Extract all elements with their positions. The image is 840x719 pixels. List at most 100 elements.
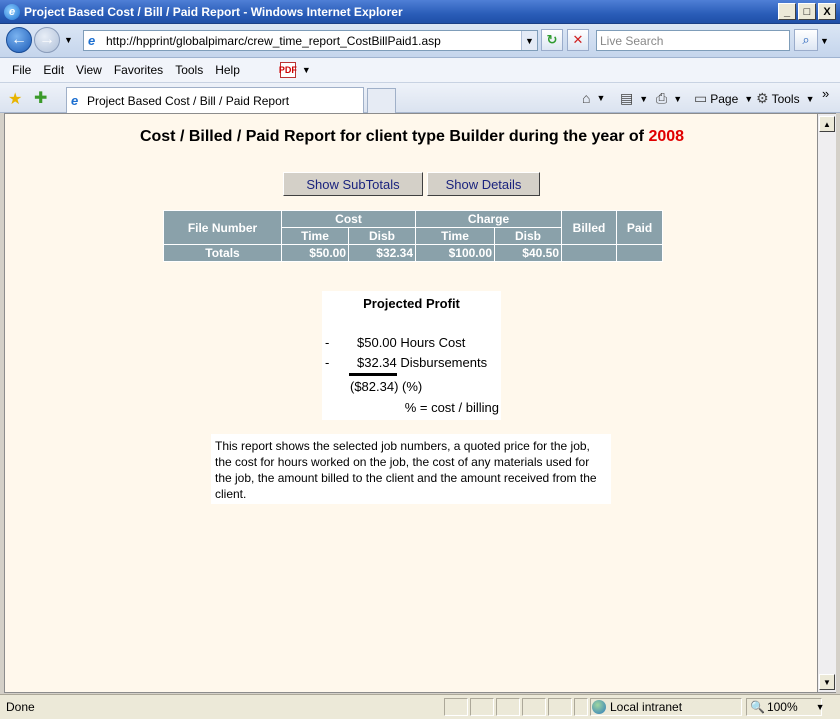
profit-result: ($82.34) (%) [350, 379, 423, 394]
address-input[interactable]: e http://hpprint/globalpimarc/crew_time_… [83, 30, 538, 51]
page-menu-icon: ▭ [694, 90, 708, 106]
report-title-text: Cost / Billed / Paid Report for client t… [139, 128, 649, 145]
page-icon: e [71, 92, 79, 108]
search-icon: ⌕ [802, 32, 810, 47]
header-cost-disb: Disb [348, 227, 416, 245]
totals-label: Totals [163, 244, 282, 262]
sum-underline [349, 373, 397, 376]
show-subtotals-button[interactable]: Show SubTotals [283, 172, 423, 196]
security-zone[interactable]: Local intranet [592, 700, 682, 714]
show-details-button[interactable]: Show Details [427, 172, 540, 196]
totals-paid [616, 244, 663, 262]
zoom-level: 100% [766, 700, 798, 714]
scroll-down-button[interactable]: ▼ [819, 674, 835, 690]
tab-label: Project Based Cost / Bill / Paid Report [87, 93, 290, 108]
rss-icon: ▤ [620, 90, 634, 106]
tab-active[interactable]: e Project Based Cost / Bill / Paid Repor… [66, 87, 364, 113]
page-content: Cost / Billed / Paid Report for client t… [4, 113, 818, 693]
print-button[interactable]: ⎙ ▼ [656, 90, 682, 107]
ie-icon: e [4, 3, 20, 20]
tab-bar: ★ ✚ e Project Based Cost / Bill / Paid R… [0, 83, 840, 113]
url-text: http://hpprint/globalpimarc/crew_time_re… [106, 33, 441, 48]
page-icon: e [88, 32, 96, 48]
tools-menu-label: Tools [771, 91, 800, 106]
maximize-button[interactable]: □ [798, 3, 816, 20]
header-charge-time: Time [415, 227, 495, 245]
new-tab-button[interactable] [367, 88, 396, 113]
zoom-control[interactable]: 🔍 100% ▼ [750, 700, 825, 714]
stop-button[interactable]: ✕ [567, 29, 589, 51]
refresh-button[interactable]: ↻ [541, 29, 563, 51]
zoom-icon: 🔍 [750, 700, 765, 714]
recent-pages-dropdown[interactable]: ▼ [64, 35, 73, 45]
back-arrow-icon: ← [11, 31, 27, 48]
page-menu[interactable]: ▭ Page ▼ [694, 90, 753, 107]
address-dropdown[interactable]: ▼ [521, 31, 537, 50]
menu-edit[interactable]: Edit [37, 63, 70, 77]
home-icon: ⌂ [582, 90, 591, 106]
menu-help[interactable]: Help [209, 63, 246, 77]
window-title-bar: e Project Based Cost / Bill / Paid Repor… [0, 0, 840, 24]
totals-charge-time: $100.00 [415, 244, 495, 262]
totals-charge-disb: $40.50 [494, 244, 562, 262]
pdf-icon[interactable]: PDF [279, 62, 297, 78]
forward-arrow-icon: → [39, 31, 55, 48]
status-pane [470, 698, 494, 716]
status-pane [548, 698, 572, 716]
status-pane [574, 698, 588, 716]
home-button[interactable]: ⌂ ▼ [582, 90, 605, 106]
tools-menu[interactable]: ⚙ Tools ▼ [756, 90, 815, 107]
header-cost: Cost [281, 210, 416, 228]
add-favorite-icon[interactable]: ✚ [34, 88, 47, 108]
header-charge-disb: Disb [494, 227, 562, 245]
status-bar: Done Local intranet 🔍 100% ▼ [0, 694, 840, 719]
totals-cost-time: $50.00 [281, 244, 349, 262]
intranet-globe-icon [592, 700, 606, 714]
projected-profit-box: Projected Profit - $50.00 Hours Cost - $… [322, 291, 501, 420]
refresh-icon: ↻ [546, 32, 558, 47]
minimize-button[interactable]: _ [778, 3, 796, 20]
pdf-dropdown[interactable]: ▼ [302, 65, 311, 75]
header-cost-time: Time [281, 227, 349, 245]
feeds-dropdown[interactable]: ▼ [639, 94, 648, 104]
menu-tools[interactable]: Tools [169, 63, 209, 77]
menu-bar: File Edit View Favorites Tools Help PDF … [0, 58, 840, 83]
status-pane [444, 698, 468, 716]
zoom-dropdown[interactable]: ▼ [816, 702, 825, 712]
back-button[interactable]: ← [6, 27, 32, 53]
feeds-button[interactable]: ▤ ▼ [620, 90, 648, 107]
chevron-more-icon[interactable]: » [822, 86, 829, 101]
status-pane [496, 698, 520, 716]
profit-note: % = cost / billing [404, 400, 499, 415]
window-controls: _ □ X [778, 3, 836, 20]
header-file-number: File Number [163, 210, 282, 245]
printer-icon: ⎙ [656, 90, 668, 106]
search-options-dropdown[interactable]: ▼ [820, 36, 829, 46]
favorites-star-icon[interactable]: ★ [8, 89, 22, 109]
hours-cost: $50.00 Hours Cost [357, 335, 466, 350]
menu-file[interactable]: File [6, 63, 37, 77]
scroll-up-button[interactable]: ▲ [819, 116, 835, 132]
menu-view[interactable]: View [70, 63, 108, 77]
stop-icon: ✕ [572, 32, 584, 47]
page-menu-label: Page [710, 91, 739, 106]
table-row-totals: Totals $50.00 $32.34 $100.00 $40.50 [163, 244, 663, 262]
report-description: This report shows the selected job numbe… [211, 434, 611, 504]
zone-label: Local intranet [610, 700, 683, 714]
window-title: Project Based Cost / Bill / Paid Report … [24, 4, 403, 19]
search-button[interactable]: ⌕ [794, 29, 818, 51]
print-dropdown[interactable]: ▼ [673, 94, 682, 104]
vertical-scrollbar[interactable]: ▲ ▼ [818, 113, 836, 693]
tools-dropdown[interactable]: ▼ [806, 94, 815, 104]
home-dropdown[interactable]: ▼ [596, 93, 605, 103]
forward-button[interactable]: → [34, 27, 60, 53]
status-text: Done [6, 700, 35, 714]
menu-favorites[interactable]: Favorites [108, 63, 169, 77]
status-pane [522, 698, 546, 716]
page-dropdown[interactable]: ▼ [744, 94, 753, 104]
search-input[interactable]: Live Search [596, 30, 790, 51]
report-button-row: Show SubTotals Show Details [283, 172, 540, 196]
report-table: File Number Cost Charge Billed Paid Time… [163, 210, 663, 262]
header-billed: Billed [561, 210, 617, 245]
close-button[interactable]: X [818, 3, 836, 20]
